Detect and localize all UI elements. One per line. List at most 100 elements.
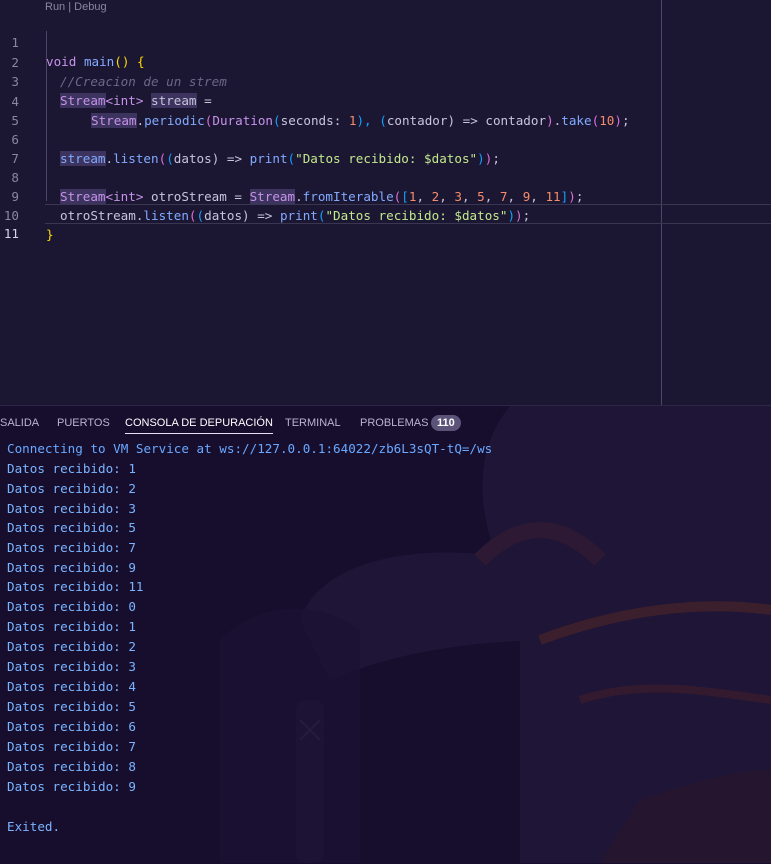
punctuation: ;: [621, 113, 630, 129]
method-listen: listen: [143, 208, 189, 224]
code-line: 1 void main() {: [0, 13, 144, 70]
function-print: print: [249, 151, 288, 167]
variable-otrostream: otroStream =: [143, 189, 250, 205]
code-line: 8 Stream<int> otroStream = Stream.fromIt…: [0, 148, 583, 205]
method-listen: listen: [113, 151, 159, 167]
punctuation: (: [273, 113, 281, 129]
tab-terminal[interactable]: TERMINAL: [285, 406, 341, 440]
codelens-run-debug[interactable]: Run | Debug: [45, 0, 107, 14]
variable-stream: stream: [151, 93, 197, 109]
keyword-void: void: [46, 54, 77, 70]
console-line: Datos recibido: 8: [7, 759, 136, 774]
console-line: Connecting to VM Service at ws://127.0.0…: [7, 441, 493, 456]
punctuation: ): [546, 113, 554, 129]
class-duration: Duration: [212, 113, 274, 129]
punctuation: ): [568, 189, 576, 205]
punctuation: =: [196, 93, 212, 109]
punctuation: ): [507, 208, 516, 224]
type-stream: Stream: [60, 189, 106, 205]
number: 7: [499, 189, 508, 205]
type-stream: Stream: [60, 93, 106, 109]
punctuation: ): [477, 151, 485, 167]
code-line: 9 otroStream.listen((datos) => print("Da…: [0, 167, 530, 224]
code-line: 7: [0, 129, 30, 166]
string: "Datos recibido: $datos": [295, 151, 478, 167]
console-line: Datos recibido: 11: [7, 579, 144, 594]
punctuation: ) => contador: [447, 113, 547, 129]
code-line: 10 }: [0, 186, 54, 243]
punctuation: (: [287, 151, 296, 167]
punctuation: [: [401, 189, 409, 205]
code-line: 11: [0, 204, 30, 241]
variable-otrostream: otroStream: [60, 208, 136, 224]
code-line: 2 //Creacion de un strem: [0, 33, 226, 90]
punctuation: ;: [522, 208, 531, 224]
tab-debug-console[interactable]: CONSOLA DE DEPURACIÓN: [125, 406, 273, 440]
punctuation: (: [196, 208, 205, 224]
punctuation: (: [166, 151, 174, 167]
console-line: Datos recibido: 1: [7, 461, 136, 476]
console-line: Datos recibido: 1: [7, 619, 136, 634]
punctuation: }: [46, 227, 54, 243]
punctuation: ),: [356, 113, 380, 129]
type-generic: <int>: [105, 189, 144, 205]
punctuation: .: [295, 189, 303, 205]
function-print: print: [279, 208, 318, 224]
tab-salida[interactable]: SALIDA: [0, 406, 39, 440]
console-line: Datos recibido: 3: [7, 659, 136, 674]
comment: //Creacion de un strem: [60, 74, 227, 90]
class-stream: Stream: [91, 113, 137, 129]
code-line: 4 Stream.periodic(Duration(seconds: 1), …: [0, 72, 630, 129]
named-arg: seconds:: [280, 113, 349, 129]
panel-tabs: SALIDA PUERTOS CONSOLA DE DEPURACIÓN TER…: [0, 406, 771, 440]
bottom-panel: SALIDA PUERTOS CONSOLA DE DEPURACIÓN TER…: [0, 405, 771, 864]
variable-stream: stream: [60, 151, 106, 167]
console-line: Datos recibido: 4: [7, 679, 136, 694]
console-line: Datos recibido: 7: [7, 739, 136, 754]
console-line: Datos recibido: 5: [7, 699, 136, 714]
class-stream: Stream: [249, 189, 296, 205]
tab-problemas[interactable]: PROBLEMAS: [360, 406, 428, 440]
console-line: Datos recibido: 0: [7, 599, 136, 614]
method-periodic: periodic: [144, 113, 205, 129]
console-line: Datos recibido: 7: [7, 540, 136, 555]
method-fromiterable: fromIterable: [302, 189, 394, 205]
console-line: Datos recibido: 9: [7, 779, 136, 794]
param: datos: [173, 151, 212, 167]
number: 3: [454, 189, 462, 205]
editor-ruler: [661, 0, 662, 405]
console-line: Datos recibido: 6: [7, 719, 136, 734]
punctuation: ) =>: [242, 208, 280, 224]
tab-puertos[interactable]: PUERTOS: [57, 406, 110, 440]
punctuation: ;: [575, 189, 584, 205]
number: 11: [545, 189, 561, 205]
punctuation: (: [379, 113, 387, 129]
method-take: take: [561, 113, 592, 129]
console-line: Datos recibido: 9: [7, 560, 136, 575]
code-line: 5: [0, 91, 30, 128]
code-line: 3 Stream<int> stream =: [0, 52, 212, 109]
string: "Datos recibido: $datos": [325, 208, 508, 224]
punctuation: .: [105, 151, 114, 167]
param: contador: [386, 113, 448, 129]
console-line: Datos recibido: 5: [7, 520, 136, 535]
console-line-exited: Exited.: [7, 819, 61, 834]
line-number: 11: [3, 225, 19, 241]
punctuation: ) =>: [211, 151, 250, 167]
number: 10: [599, 113, 615, 129]
punctuation: ): [515, 208, 523, 224]
code-editor[interactable]: Run | Debug 1 void main() { 2 //Creacion…: [0, 0, 771, 405]
punctuation: (: [188, 208, 197, 224]
console-line: Datos recibido: 2: [7, 481, 136, 496]
code-line: 6 stream.listen((datos) => print("Datos …: [0, 110, 500, 167]
type-generic: <int>: [105, 93, 144, 109]
punctuation: () {: [114, 54, 145, 70]
number: 5: [477, 189, 485, 205]
punctuation: .: [136, 113, 145, 129]
punctuation: ;: [492, 151, 500, 167]
function-main: main: [83, 54, 115, 70]
param: datos: [204, 208, 243, 224]
console-line: Datos recibido: 2: [7, 639, 136, 654]
problems-count-badge: 110: [431, 415, 461, 431]
punctuation: ): [614, 113, 622, 129]
